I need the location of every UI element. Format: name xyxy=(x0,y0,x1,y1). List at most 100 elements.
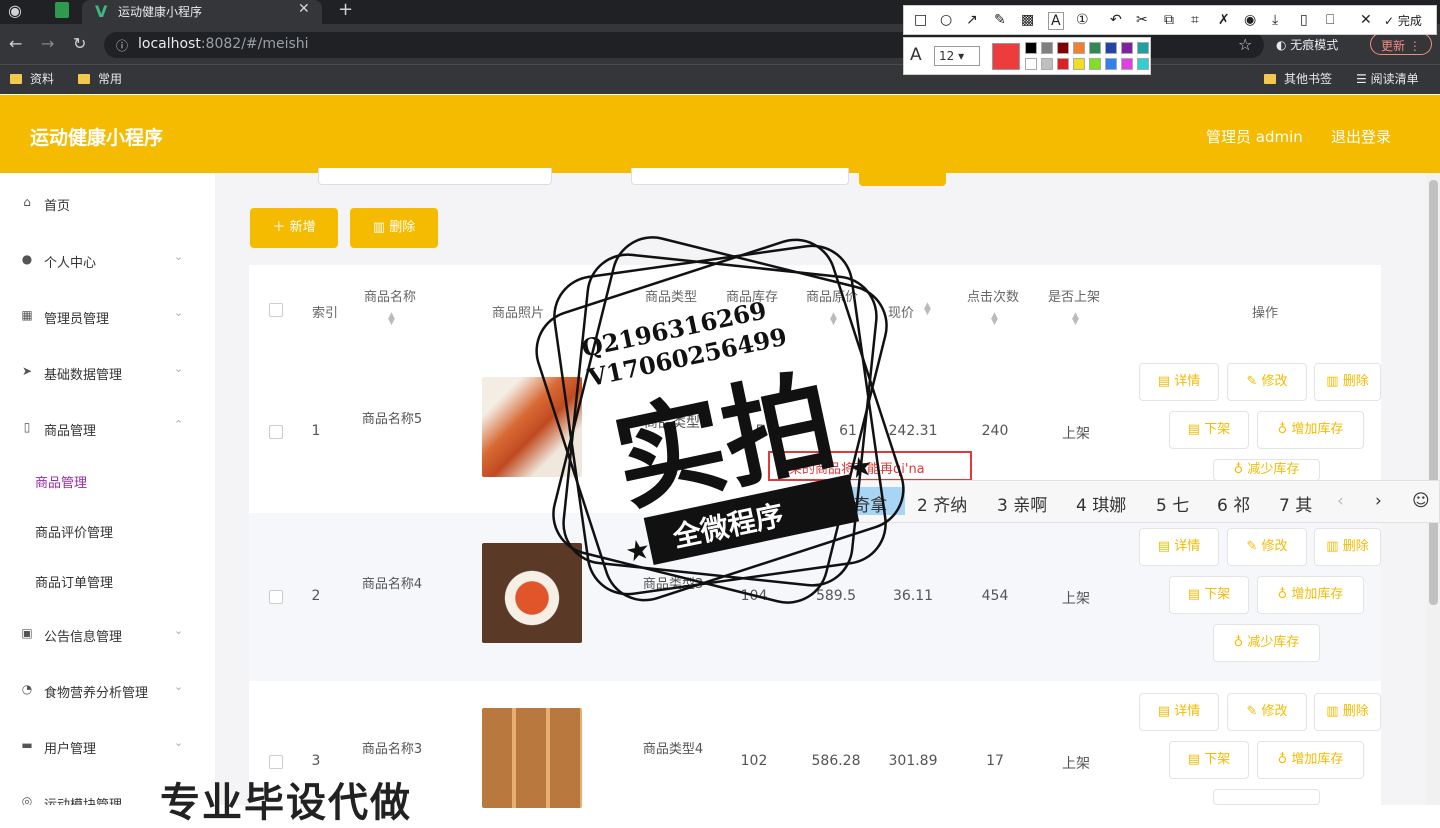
update-button[interactable]: 更新 ⋮ xyxy=(1370,33,1432,55)
header-clicks[interactable]: 点击次数 xyxy=(967,286,1019,305)
color-swatch[interactable] xyxy=(1121,58,1133,70)
bookmark-changyong[interactable]: 常用 xyxy=(78,70,122,87)
color-swatch[interactable] xyxy=(1121,42,1133,54)
delete-button[interactable]: ▥ 删除 xyxy=(1314,693,1381,731)
off-shelf-button[interactable]: ▤ 下架 xyxy=(1169,741,1249,779)
header-name[interactable]: 商品名称 xyxy=(364,286,416,305)
color-swatch[interactable] xyxy=(1089,58,1101,70)
phone-icon[interactable]: ▯ xyxy=(1300,12,1308,28)
color-swatch[interactable] xyxy=(1041,58,1053,70)
row-checkbox[interactable] xyxy=(269,590,283,604)
active-tab[interactable]: 运动健康小程序 xyxy=(82,0,322,24)
color-swatch[interactable] xyxy=(1057,42,1069,54)
color-swatch[interactable] xyxy=(1073,58,1085,70)
color-swatch[interactable] xyxy=(1025,58,1037,70)
select-all-checkbox[interactable] xyxy=(269,303,283,317)
bookmark-ziliao[interactable]: 资料 xyxy=(10,70,54,87)
ime-candidate[interactable]: 2 齐纳 xyxy=(917,491,967,516)
back-icon[interactable]: ← xyxy=(9,34,22,53)
sidebar-item-nutrition[interactable]: ◔ 食物营养分析管理 ⌄ xyxy=(0,670,215,710)
sidebar-item-home[interactable]: ⌂ 首页 xyxy=(0,183,215,223)
emoji-icon[interactable]: ☺ xyxy=(1412,491,1430,511)
subitem-goods-order[interactable]: 商品订单管理 xyxy=(35,572,113,591)
text-tool-icon[interactable]: A xyxy=(1048,12,1064,30)
reduce-stock-button[interactable] xyxy=(1213,789,1320,805)
sidebar-item-users[interactable]: ▬ 用户管理 ⌄ xyxy=(0,726,215,766)
detail-button[interactable]: ▤ 详情 xyxy=(1139,693,1219,731)
forward-icon[interactable]: → xyxy=(41,34,54,53)
mosaic-tool-icon[interactable]: ▩ xyxy=(1021,12,1034,28)
sidebar-item-notice[interactable]: ▣ 公告信息管理 ⌄ xyxy=(0,614,215,654)
off-shelf-button[interactable]: ▤ 下架 xyxy=(1169,576,1249,614)
record-icon[interactable]: ◉ xyxy=(1244,12,1256,28)
detail-button[interactable]: ▤ 详情 xyxy=(1139,528,1219,566)
chevron-left-icon[interactable]: ‹ xyxy=(1337,491,1344,511)
color-swatch[interactable] xyxy=(1105,42,1117,54)
sort-icon[interactable]: ▲ ▼ xyxy=(388,312,395,327)
color-swatch[interactable] xyxy=(1041,42,1053,54)
sidebar-item-basedata[interactable]: ➤ 基础数据管理 ⌄ xyxy=(0,352,215,392)
delete-button[interactable]: ▥ 删除 xyxy=(1314,528,1381,566)
edit-button[interactable]: ✎ 修改 xyxy=(1227,693,1307,731)
reduce-stock-button[interactable]: ♁ 减少库存 xyxy=(1213,459,1320,481)
sidebar-item-personal[interactable]: ● 个人中心 ⌄ xyxy=(0,240,215,280)
color-swatch[interactable] xyxy=(1057,58,1069,70)
reload-icon[interactable]: ↻ xyxy=(73,34,86,53)
pen-tool-icon[interactable]: ✎ xyxy=(994,12,1006,28)
color-swatch[interactable] xyxy=(1025,42,1037,54)
batch-delete-button[interactable]: ▥ 删除 xyxy=(350,208,438,248)
sort-icon[interactable]: ▲ ▼ xyxy=(1072,312,1079,327)
color-swatch[interactable] xyxy=(1073,42,1085,54)
sidebar-item-goods[interactable]: ▯ 商品管理 ⌃ xyxy=(0,408,215,448)
search-input-name[interactable] xyxy=(318,168,552,185)
logout-link[interactable]: 退出登录 xyxy=(1331,126,1391,147)
bookmark-icon[interactable]: ⎕ xyxy=(1326,12,1334,28)
sheet-tab-icon[interactable] xyxy=(55,2,69,18)
font-size-select[interactable]: 12 ▾ xyxy=(934,46,980,66)
color-swatch[interactable] xyxy=(1137,42,1149,54)
reading-list[interactable]: ☰ 阅读清单 xyxy=(1356,70,1419,87)
header-status[interactable]: 是否上架 xyxy=(1048,286,1100,305)
new-tab-icon[interactable]: + xyxy=(338,0,353,20)
close-tab-icon[interactable]: ✕ xyxy=(298,1,310,17)
info-icon[interactable]: ⓘ xyxy=(116,37,128,54)
edit-button[interactable]: ✎ 修改 xyxy=(1227,528,1307,566)
ime-candidate[interactable]: 6 祁 xyxy=(1217,491,1250,516)
color-swatch[interactable] xyxy=(1105,58,1117,70)
ocr-icon[interactable]: ⌗ xyxy=(1191,12,1199,28)
delete-button[interactable]: ▥ 删除 xyxy=(1314,363,1381,401)
done-button[interactable]: ✓ 完成 xyxy=(1384,12,1422,29)
row-checkbox[interactable] xyxy=(269,425,283,439)
subitem-goods-review[interactable]: 商品评价管理 xyxy=(35,522,113,541)
edit-button[interactable]: ✎ 修改 xyxy=(1227,363,1307,401)
add-button[interactable]: ＋ 新增 xyxy=(250,208,338,248)
sort-icon[interactable]: ▲ ▼ xyxy=(924,302,931,317)
undo-icon[interactable]: ↶ xyxy=(1110,12,1122,28)
ime-candidate[interactable]: 5 七 xyxy=(1156,491,1189,516)
cancel-icon[interactable]: ✕ xyxy=(1360,12,1372,28)
arrow-tool-icon[interactable]: ↗ xyxy=(966,12,978,28)
cut-icon[interactable]: ✂ xyxy=(1136,12,1148,28)
other-bookmarks[interactable]: 其他书签 xyxy=(1264,70,1332,87)
color-swatch[interactable] xyxy=(1089,42,1101,54)
add-stock-button[interactable]: ♁ 增加库存 xyxy=(1257,411,1364,449)
star-icon[interactable]: ☆ xyxy=(1238,35,1252,54)
sidebar-item-admins[interactable]: ▦ 管理员管理 ⌄ xyxy=(0,296,215,336)
ellipse-tool-icon[interactable]: ○ xyxy=(940,12,952,28)
translate-icon[interactable]: ⧉ xyxy=(1164,12,1174,28)
ime-candidate[interactable]: 4 琪娜 xyxy=(1076,491,1126,516)
chevron-right-icon[interactable]: › xyxy=(1375,491,1382,511)
rect-tool-icon[interactable]: □ xyxy=(914,12,927,28)
search-button[interactable] xyxy=(859,168,946,186)
color-swatch[interactable] xyxy=(1137,58,1149,70)
ime-candidate[interactable]: 7 其 xyxy=(1279,491,1312,516)
search-input-type[interactable] xyxy=(631,168,849,185)
detail-button[interactable]: ▤ 详情 xyxy=(1139,363,1219,401)
incognito-indicator[interactable]: ◐ 无痕模式 xyxy=(1276,36,1338,53)
sort-icon[interactable]: ▲ ▼ xyxy=(991,312,998,327)
subitem-goods-manage[interactable]: 商品管理 xyxy=(35,472,87,491)
off-shelf-button[interactable]: ▤ 下架 xyxy=(1169,411,1249,449)
pin-icon[interactable]: ✗ xyxy=(1218,12,1230,28)
ime-candidate[interactable]: 3 亲啊 xyxy=(997,491,1047,516)
add-stock-button[interactable]: ♁ 增加库存 xyxy=(1257,576,1364,614)
